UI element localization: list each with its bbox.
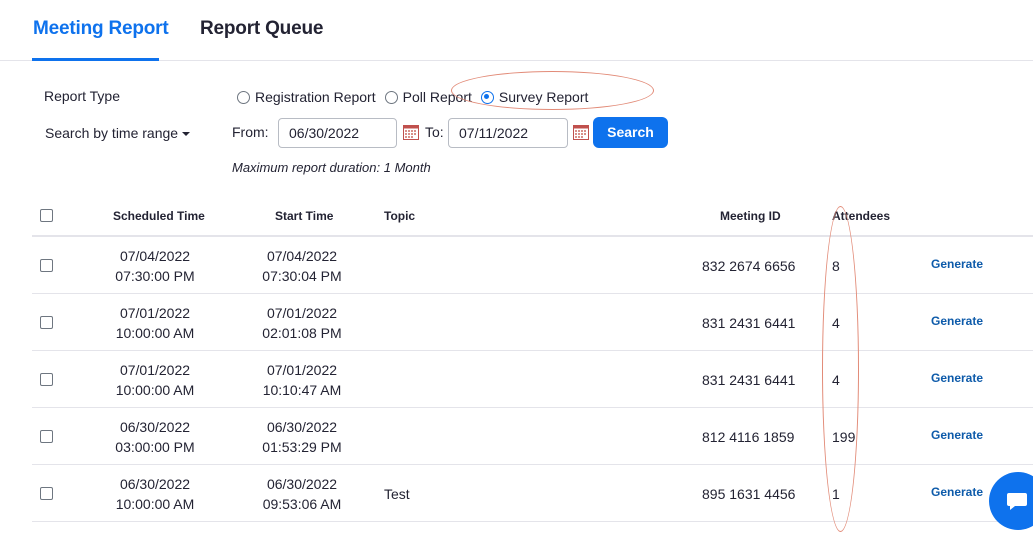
scheduled-time-cell: 07/01/2022 10:00:00 AM <box>96 360 214 400</box>
start-time: 01:53:29 PM <box>262 439 342 455</box>
start-time-cell: 07/01/2022 02:01:08 PM <box>243 303 361 343</box>
start-date: 06/30/2022 <box>266 419 338 435</box>
table-row: 06/30/2022 03:00:00 PM 06/30/2022 01:53:… <box>32 408 1033 465</box>
scheduled-time: 10:00:00 AM <box>115 496 195 512</box>
select-all-checkbox[interactable] <box>40 209 53 222</box>
start-time: 10:10:47 AM <box>262 382 342 398</box>
row-checkbox[interactable] <box>40 316 53 329</box>
meeting-id-cell: 831 2431 6441 <box>702 372 796 388</box>
scheduled-time: 10:00:00 AM <box>115 325 195 341</box>
radio-label: Poll Report <box>402 89 472 105</box>
table-row: 07/01/2022 10:00:00 AM 07/01/2022 02:01:… <box>32 294 1033 351</box>
from-date-input[interactable] <box>278 118 397 148</box>
radio-poll-report[interactable]: Poll Report <box>384 89 472 105</box>
attendees-cell: 1 <box>832 486 840 502</box>
header-meeting-id: Meeting ID <box>720 209 781 223</box>
scheduled-time-cell: 06/30/2022 10:00:00 AM <box>96 474 214 514</box>
row-checkbox[interactable] <box>40 430 53 443</box>
scheduled-date: 06/30/2022 <box>119 419 191 435</box>
to-date-input[interactable] <box>448 118 568 148</box>
attendees-cell: 8 <box>832 258 840 274</box>
radio-button[interactable] <box>237 90 250 104</box>
calendar-icon[interactable] <box>573 124 589 140</box>
generate-link[interactable]: Generate <box>931 257 983 271</box>
scheduled-time-cell: 07/01/2022 10:00:00 AM <box>96 303 214 343</box>
attendees-cell: 4 <box>832 372 840 388</box>
scheduled-time-cell: 06/30/2022 03:00:00 PM <box>96 417 214 457</box>
start-date: 07/01/2022 <box>266 305 338 321</box>
table-row: 07/04/2022 07:30:00 PM 07/04/2022 07:30:… <box>32 237 1033 294</box>
radio-survey-report[interactable]: Survey Report <box>480 89 589 105</box>
caret-down-icon <box>182 132 191 136</box>
table-row: 06/30/2022 10:00:00 AM 06/30/2022 09:53:… <box>32 465 1033 522</box>
start-date: 07/04/2022 <box>266 248 338 264</box>
tab-meeting-report[interactable]: Meeting Report <box>33 18 169 40</box>
report-type-radio-group: Registration Report Poll Report Survey R… <box>237 88 597 106</box>
scheduled-date: 06/30/2022 <box>119 476 191 492</box>
header-scheduled-time: Scheduled Time <box>113 209 205 223</box>
to-label: To: <box>425 124 444 140</box>
row-checkbox[interactable] <box>40 487 53 500</box>
generate-link[interactable]: Generate <box>931 314 983 328</box>
radio-button[interactable] <box>384 90 398 104</box>
start-time: 02:01:08 PM <box>262 325 342 341</box>
report-tabs: Meeting Report Report Queue <box>0 0 1033 61</box>
search-mode-label: Search by time range <box>45 125 179 141</box>
start-date: 06/30/2022 <box>266 476 338 492</box>
radio-label: Survey Report <box>498 89 589 105</box>
calendar-icon[interactable] <box>403 124 419 140</box>
generate-link[interactable]: Generate <box>931 371 983 385</box>
start-time-cell: 06/30/2022 01:53:29 PM <box>243 417 361 457</box>
topic-cell: Test <box>384 486 410 502</box>
generate-link[interactable]: Generate <box>931 428 983 442</box>
radio-registration-report[interactable]: Registration Report <box>237 89 376 105</box>
row-checkbox[interactable] <box>40 373 53 386</box>
start-time-cell: 07/04/2022 07:30:04 PM <box>243 246 361 286</box>
active-tab-indicator <box>32 58 159 61</box>
header-topic: Topic <box>384 209 416 223</box>
scheduled-time-cell: 07/04/2022 07:30:00 PM <box>96 246 214 286</box>
search-button[interactable]: Search <box>593 117 668 148</box>
meeting-id-cell: 832 2674 6656 <box>702 258 796 274</box>
start-date: 07/01/2022 <box>266 362 338 378</box>
search-mode-dropdown[interactable]: Search by time range <box>45 125 191 141</box>
row-checkbox[interactable] <box>40 259 53 272</box>
generate-link[interactable]: Generate <box>931 485 983 499</box>
table-row: 07/01/2022 10:00:00 AM 07/01/2022 10:10:… <box>32 351 1033 408</box>
start-time: 09:53:06 AM <box>262 496 342 512</box>
start-time-cell: 07/01/2022 10:10:47 AM <box>243 360 361 400</box>
scheduled-date: 07/01/2022 <box>119 305 191 321</box>
header-attendees: Attendees <box>832 209 891 223</box>
scheduled-time: 07:30:00 PM <box>115 268 195 284</box>
attendees-cell: 4 <box>832 315 840 331</box>
start-time-cell: 06/30/2022 09:53:06 AM <box>243 474 361 514</box>
chat-bubble-icon <box>1007 493 1027 510</box>
meeting-id-cell: 895 1631 4456 <box>702 486 796 502</box>
scheduled-date: 07/01/2022 <box>119 362 191 378</box>
header-start-time: Start Time <box>275 209 334 223</box>
scheduled-time: 03:00:00 PM <box>115 439 195 455</box>
scheduled-date: 07/04/2022 <box>119 248 191 264</box>
meeting-id-cell: 831 2431 6441 <box>702 315 796 331</box>
table-header: Scheduled Time Start Time Topic Meeting … <box>32 200 1033 237</box>
scheduled-time: 10:00:00 AM <box>115 382 195 398</box>
attendees-cell: 199 <box>832 429 856 445</box>
max-duration-note: Maximum report duration: 1 Month <box>232 160 431 175</box>
meeting-id-cell: 812 4116 1859 <box>702 429 795 445</box>
radio-button-selected[interactable] <box>480 90 494 104</box>
radio-label: Registration Report <box>255 89 376 105</box>
start-time: 07:30:04 PM <box>262 268 342 284</box>
report-type-label: Report Type <box>44 88 121 104</box>
tab-report-queue[interactable]: Report Queue <box>200 18 323 40</box>
from-label: From: <box>232 124 269 140</box>
